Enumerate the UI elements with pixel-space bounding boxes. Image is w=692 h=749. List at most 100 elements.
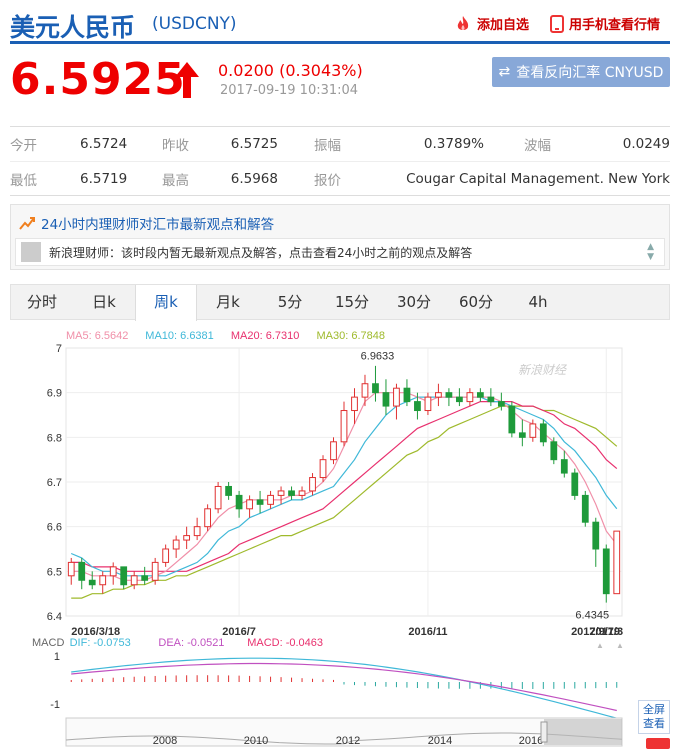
tab-15min[interactable]: 15分 [321, 285, 383, 319]
dea-line [71, 662, 617, 712]
currency-pair-code: (USDCNY) [152, 14, 237, 34]
watermark-text: 新浪财经 [518, 363, 568, 377]
mobile-phone-icon [550, 14, 564, 33]
quote-label-open: 今开 [10, 138, 37, 154]
candle-down [518, 432, 526, 438]
candle-down [539, 423, 547, 443]
candle-up [214, 485, 222, 510]
quote-value-open: 6.5724 [80, 136, 128, 152]
reverse-rate-label: 查看反向汇率 CNYUSD [516, 65, 664, 81]
fullscreen-button[interactable]: 全屏查看 [638, 700, 670, 734]
tab-60min[interactable]: 60分 [445, 285, 507, 319]
candle-up [330, 441, 337, 461]
quote-label-low: 最低 [10, 172, 37, 189]
candle-down [476, 392, 484, 398]
candle-up [151, 561, 159, 581]
candle-up [529, 423, 537, 438]
tab-30min[interactable]: 30分 [383, 285, 445, 319]
navigator-year-label: 2008 [153, 735, 177, 747]
advisor-message[interactable]: 新浪理财师：该时段内暂无最新观点及解答，点击查看24小时之前的观点及解答 ▲ ▼ [15, 238, 665, 266]
candle-up [435, 392, 442, 398]
navigator-year-label: 2016 [519, 735, 543, 747]
candle-down [382, 392, 390, 407]
swap-icon: ⇄ [498, 64, 511, 80]
candle-up [613, 530, 621, 595]
candle-down [372, 383, 379, 394]
candle-up [424, 396, 432, 412]
y-tick-label: 6.5 [47, 566, 62, 578]
quote-label-prev-close: 昨收 [162, 138, 189, 154]
period-tabs: 分时 日k 周k 月k 5分 15分 30分 60分 4h [10, 284, 670, 321]
mobile-view-button[interactable]: 用手机查看行情 [550, 14, 660, 33]
candle-down [288, 490, 295, 496]
candle-down [508, 405, 516, 434]
macd-legend-label: MACD [32, 637, 64, 649]
quote-value-source: Cougar Capital Management. New York [406, 170, 670, 187]
navigator-year-label: 2014 [428, 735, 452, 747]
ma-legend-label: MA5: 6.5642 [66, 330, 128, 342]
candle-up [393, 387, 400, 407]
up-arrow-icon [175, 62, 199, 98]
trend-chart-icon [19, 217, 35, 230]
candle-down [141, 575, 149, 581]
quote-table: 今开 6.5724 昨收 6.5725 振幅 0.3789% 波幅 0.0249… [10, 126, 670, 196]
advisor-panel: 24小时内理财师对汇市最新观点和解答 新浪理财师：该时段内暂无最新观点及解答，点… [10, 204, 670, 270]
tab-intraday[interactable]: 分时 [11, 285, 73, 319]
scroll-down-icon[interactable]: ▼ [647, 252, 654, 262]
quote-value-high: 6.5968 [230, 170, 278, 187]
candle-up [109, 566, 117, 577]
candle-up [193, 526, 201, 537]
quote-value-range: 0.0249 [622, 136, 670, 152]
candle-up [319, 459, 327, 479]
macd-tick-label: 1 [54, 651, 60, 663]
x-tick-label: 2017/9/19 [571, 626, 620, 638]
candle-up [172, 539, 180, 550]
candle-down [120, 566, 128, 586]
share-icon[interactable] [646, 738, 670, 749]
candle-up [204, 508, 212, 528]
navigator-year-label: 2010 [244, 735, 268, 747]
add-favorite-label: 添加自选 [477, 18, 530, 33]
kline-chart-svg[interactable]: 76.96.86.76.66.56.42016/3/18 2016/7 2016/1… [10, 326, 670, 749]
candle-down [78, 561, 86, 581]
candle-down [414, 401, 421, 412]
candle-down [602, 548, 610, 595]
macd-legend-label: DIF: -0.0753 [70, 637, 131, 649]
y-tick-label: 6.4 [47, 611, 62, 623]
candle-up [162, 548, 170, 563]
quote-value-amplitude: 0.3789% [423, 136, 484, 152]
y-tick-label: 6.6 [47, 522, 62, 534]
candle-down [550, 441, 558, 461]
currency-pair-name: 美元人民币 [10, 13, 136, 42]
tab-5min[interactable]: 5分 [259, 285, 321, 319]
reverse-rate-button[interactable]: ⇄ 查看反向汇率 CNYUSD [492, 57, 670, 87]
kline-chart[interactable]: 7 6.9 6.8 6.7 6.6 6.5 6.4 2016/3/18 2016/7 2016/1… [10, 326, 670, 749]
scroll-up-icon[interactable]: ▲ [647, 242, 654, 252]
current-price: 6.5925 [10, 54, 186, 105]
candle-up [309, 477, 316, 492]
advisor-message-text: 新浪理财师：该时段内暂无最新观点及解答，点击查看24小时之前的观点及解答 [49, 245, 473, 260]
tab-4h[interactable]: 4h [507, 285, 569, 319]
low-price-label: 6.4345 [575, 610, 609, 622]
macd-tick-label: -1 [50, 699, 60, 711]
quote-label-source: 报价 [314, 172, 341, 189]
x-tick-label: 2016/11 [408, 626, 447, 638]
candle-up [246, 499, 253, 510]
add-favorite-button[interactable]: 添加自选 [454, 14, 529, 33]
advisor-scroll-control[interactable]: ▲ ▼ [647, 242, 654, 262]
tab-weekly-k[interactable]: 周k [135, 285, 197, 321]
tab-daily-k[interactable]: 日k [73, 285, 135, 319]
tab-monthly-k[interactable]: 月k [197, 285, 259, 319]
marker-up-icon: ▲ [616, 641, 624, 650]
ma-legend-label: MA10: 6.6381 [145, 330, 214, 342]
navigator-handle-left [540, 721, 548, 743]
candle-down [487, 396, 495, 403]
advisor-title[interactable]: 24小时内理财师对汇市最新观点和解答 [19, 213, 274, 233]
ma-legend-label: MA20: 6.7310 [231, 330, 300, 342]
candle-up [466, 392, 474, 403]
y-tick-label: 6.8 [47, 432, 62, 444]
navigator-selection [544, 719, 622, 745]
candle-down [581, 494, 589, 523]
candle-down [571, 472, 579, 496]
price-change: 0.0200 (0.3043%) [218, 61, 363, 80]
